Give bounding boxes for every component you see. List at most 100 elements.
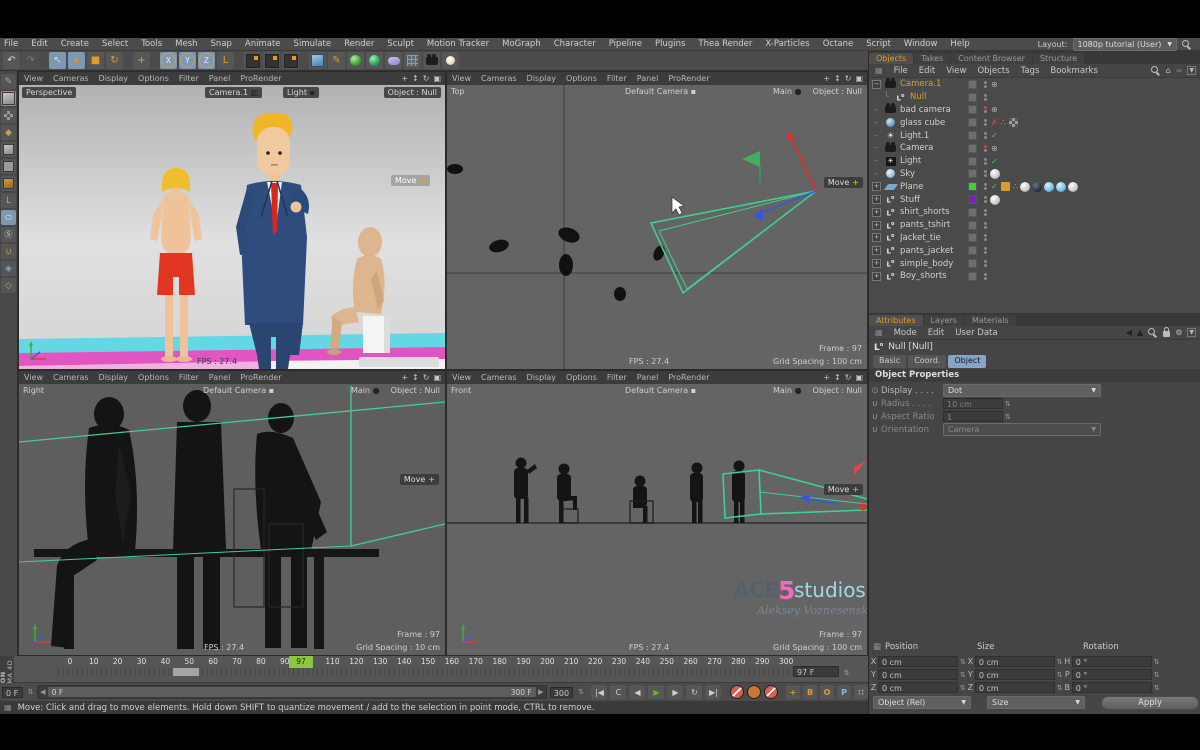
link-icon[interactable]: ∞ xyxy=(1176,66,1183,75)
aspect-field[interactable]: 1 xyxy=(943,411,1003,422)
keyframe-selection-button[interactable] xyxy=(764,685,778,699)
layer-chip[interactable] xyxy=(968,131,977,140)
om-menu-edit[interactable]: Edit xyxy=(919,66,935,76)
menu-item[interactable]: Tools xyxy=(141,39,162,49)
maximize-icon[interactable]: ▣ xyxy=(855,373,863,382)
polygons-mode-icon[interactable] xyxy=(1,176,16,191)
menu-item[interactable]: MoGraph xyxy=(502,39,541,49)
dolly-icon[interactable]: ↕ xyxy=(412,373,419,382)
viewport-menu-item[interactable]: ProRender xyxy=(668,373,709,382)
range-end-field[interactable]: 300 F xyxy=(550,687,573,698)
rotation-b-field[interactable]: 0 ° xyxy=(1072,682,1152,693)
next-frame-button[interactable]: ▶ xyxy=(667,685,683,699)
position-y-field[interactable]: 0 cm xyxy=(878,669,958,680)
view-name-label[interactable]: Top xyxy=(451,87,465,96)
model-mode-icon[interactable] xyxy=(1,91,16,106)
range-start-field[interactable]: 0 F xyxy=(2,687,23,698)
render-settings-button[interactable] xyxy=(282,52,299,69)
viewport-menu-item[interactable]: Panel xyxy=(209,74,231,83)
radio-icon[interactable]: ⊙ xyxy=(869,386,881,396)
expand-icon[interactable]: + xyxy=(872,182,881,191)
phong-tag-icon[interactable]: ∴ xyxy=(1013,182,1018,191)
panel-menu-icon[interactable]: ▼ xyxy=(1187,66,1196,75)
viewport-menu-item[interactable]: Options xyxy=(566,74,597,83)
menu-item[interactable]: Mesh xyxy=(175,39,197,49)
mograph-button[interactable] xyxy=(404,52,421,69)
viewport-menu-item[interactable]: Filter xyxy=(179,373,199,382)
expand-icon[interactable]: + xyxy=(872,272,881,281)
z-axis-lock-button[interactable]: Z xyxy=(198,52,215,69)
menu-item[interactable]: Window xyxy=(904,39,938,49)
snap-icon[interactable]: Ⓢ xyxy=(1,227,16,242)
viewport-menu-item[interactable]: View xyxy=(24,74,43,83)
position-z-field[interactable]: 0 cm xyxy=(878,682,958,693)
camera-selector[interactable]: Default Camera ▪ xyxy=(625,386,696,395)
points-mode-icon[interactable] xyxy=(1,142,16,157)
display-dropdown[interactable]: Dot ▼ xyxy=(943,384,1101,397)
object-row[interactable]: + Lo shirt_shorts xyxy=(869,206,1200,219)
expand-icon[interactable]: + xyxy=(872,208,881,217)
layer-chip[interactable] xyxy=(968,144,977,153)
viewport-menu-item[interactable]: Cameras xyxy=(481,373,517,382)
orbit-icon[interactable]: ↻ xyxy=(845,74,852,83)
menu-item[interactable]: Pipeline xyxy=(609,39,642,49)
stepper-icon[interactable]: ⇅ xyxy=(1154,671,1160,679)
layer-chip[interactable] xyxy=(968,182,977,191)
panel-menu-icon[interactable]: ▼ xyxy=(1187,328,1196,337)
deformer-button[interactable] xyxy=(366,52,383,69)
loop-button[interactable]: ↻ xyxy=(686,685,702,699)
menu-item[interactable]: Select xyxy=(102,39,128,49)
maximize-icon[interactable]: ▣ xyxy=(855,74,863,83)
apply-button[interactable]: Apply xyxy=(1101,696,1199,710)
coordinate-system-button[interactable]: L xyxy=(217,52,234,69)
maximize-icon[interactable]: ▣ xyxy=(433,74,441,83)
object-row[interactable]: – ☀ Light ✓ xyxy=(869,155,1200,168)
main-label[interactable]: Main ● xyxy=(773,87,802,96)
camera-object-button[interactable] xyxy=(423,52,440,69)
object-row[interactable]: └ Lo Null xyxy=(869,91,1200,104)
search-icon[interactable] xyxy=(1148,328,1158,338)
last-tool-button[interactable]: + xyxy=(133,52,150,69)
layer-workplane-icon[interactable]: ◈ xyxy=(1,261,16,276)
viewport-menu-item[interactable]: Panel xyxy=(637,373,659,382)
viewport-menu-item[interactable]: ProRender xyxy=(668,74,709,83)
right-canvas[interactable]: Right Default Camera ▪ Main ● Object : N… xyxy=(19,384,445,655)
history-back-icon[interactable]: ◀ xyxy=(1126,328,1132,337)
goto-start-button[interactable]: |◀ xyxy=(591,685,607,699)
stepper-icon[interactable]: ⇅ xyxy=(844,669,850,677)
object-row[interactable]: + Lo Stuff xyxy=(869,193,1200,206)
texture-mode-icon[interactable] xyxy=(1,108,16,123)
object-row[interactable]: + Lo pants_tshirt xyxy=(869,219,1200,232)
om-menu-file[interactable]: File xyxy=(894,66,908,76)
current-frame-field[interactable]: 97 F xyxy=(793,666,839,677)
menu-item[interactable]: Help xyxy=(950,39,969,49)
size-x-field[interactable]: 0 cm xyxy=(975,656,1055,667)
object-row[interactable]: + Lo Boy_shorts xyxy=(869,270,1200,283)
light-badge[interactable]: Light ▪ xyxy=(283,87,319,98)
pan-icon[interactable]: + xyxy=(401,373,408,382)
keyframe-bar[interactable] xyxy=(173,668,199,676)
menu-item[interactable]: Thea Render xyxy=(698,39,752,49)
viewport-menu-item[interactable]: View xyxy=(452,74,471,83)
record-pla-toggle[interactable]: ∷ xyxy=(854,685,868,699)
camera-selector[interactable]: Default Camera ▪ xyxy=(203,386,274,395)
stepper-icon[interactable]: ⇅ xyxy=(578,688,584,696)
search-icon[interactable] xyxy=(1151,66,1161,76)
object-row[interactable]: – bad camera ⊕ xyxy=(869,104,1200,117)
volume-button[interactable] xyxy=(385,52,402,69)
layer-chip[interactable] xyxy=(968,233,977,242)
dolly-icon[interactable]: ↕ xyxy=(834,373,841,382)
gear-icon[interactable]: ⚙ xyxy=(1175,328,1182,337)
expand-icon[interactable]: + xyxy=(872,233,881,242)
object-label[interactable]: Object : Null xyxy=(813,87,862,96)
magnet-snap-icon[interactable]: ∪ xyxy=(1,244,16,259)
search-icon[interactable] xyxy=(1182,40,1192,50)
viewport-menu-item[interactable]: ProRender xyxy=(240,373,281,382)
home-icon[interactable]: ⌂ xyxy=(1166,66,1171,75)
menu-item[interactable]: X-Particles xyxy=(765,39,809,49)
edges-mode-icon[interactable] xyxy=(1,159,16,174)
layer-chip[interactable] xyxy=(968,221,977,230)
menu-item[interactable]: Simulate xyxy=(294,39,332,49)
play-backwards-button[interactable]: C xyxy=(610,685,626,699)
viewport-menu-item[interactable]: Options xyxy=(566,373,597,382)
